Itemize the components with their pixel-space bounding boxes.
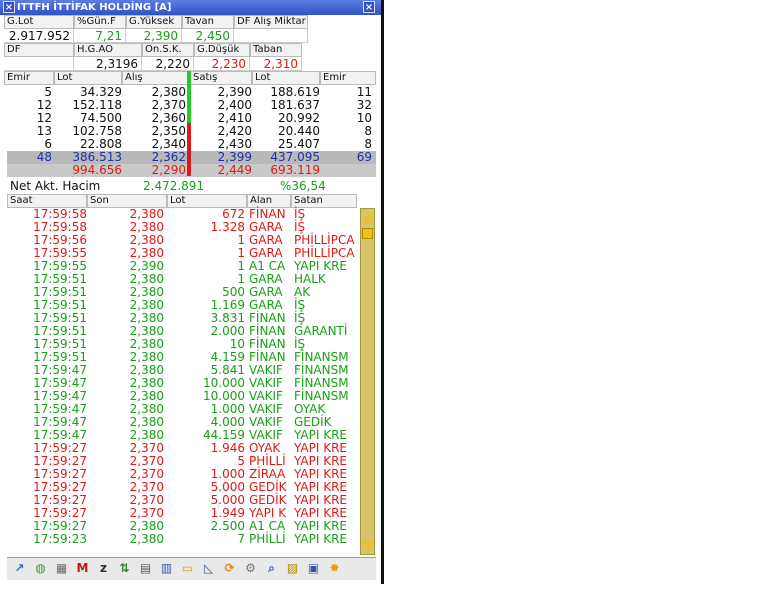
linechart-icon[interactable]: ◺ (200, 560, 217, 577)
trade-lot: 1 (237, 259, 245, 273)
doc-icon[interactable]: ▥ (158, 560, 175, 577)
value-df-alis (234, 29, 308, 43)
header-tavan: Tavan (182, 15, 234, 29)
depth-total2-cell: 994.656 (72, 163, 122, 177)
search-icon[interactable]: ⌕ (263, 560, 280, 577)
bid-ask-bar-green (187, 71, 191, 123)
bid-ask-bar-red (187, 123, 191, 176)
print-icon[interactable]: ▣ (305, 560, 322, 577)
depth-header-lot-bid: Lot (54, 71, 122, 85)
updown-icon[interactable]: ⇅ (116, 560, 133, 577)
trade-lot: 1.946 (210, 441, 245, 455)
bars-icon[interactable]: ▨ (284, 560, 301, 577)
scroll-up-icon[interactable] (362, 212, 374, 222)
value-glot: 2.917.952 (4, 29, 74, 43)
globe-icon[interactable]: ◍ (32, 560, 49, 577)
trade-price: 2,380 (129, 532, 164, 546)
header-df: DF (4, 43, 74, 57)
title-bar[interactable]: × ITTFH İTTİFAK HOLDİNG [A] × (0, 0, 381, 15)
menu-icon[interactable]: × (3, 1, 15, 13)
header-gdusuk: G.Düşük (194, 43, 250, 57)
value-taban: 2,310 (250, 57, 302, 71)
trade-row[interactable]: 17:59:23 2,380 7 PHİLLİ YAPI KRE (7, 533, 357, 546)
depth-total2-cell: 2,290 (151, 163, 186, 177)
trades-header-saat: Saat (7, 194, 87, 208)
close-icon[interactable]: × (363, 1, 375, 13)
net-value: 2.472.891 (143, 179, 205, 193)
basket-icon[interactable]: ▦ (53, 560, 70, 577)
bottom-toolbar: ↗ ◍ ▦ Mz ⇅ ▤ ▥ ▭ ◺ ⟳ ⚙ ⌕ ▨ ▣ ✸ (7, 557, 376, 580)
trade-lot: 2.500 (210, 519, 245, 533)
trade-seller: YAPI KRE (294, 532, 347, 546)
refresh-icon[interactable]: ⟳ (221, 560, 238, 577)
depth-header-alis: Alış (122, 71, 188, 85)
value-gunf: 7,21 (74, 29, 126, 43)
value-gyuksek: 2,390 (126, 29, 182, 43)
window-title: ITTFH İTTİFAK HOLDİNG [A] (17, 2, 172, 13)
trade-lot: 1 (237, 233, 245, 247)
depth-total2-cell: 2,449 (217, 163, 252, 177)
value-df (4, 57, 74, 71)
depth-header-emir-ask: Emir (320, 71, 376, 85)
header-onsk: On.S.K. (142, 43, 194, 57)
header-glot: G.Lot (4, 15, 74, 29)
table-icon[interactable]: ▤ (137, 560, 154, 577)
header-df-alis: DF Alış Miktar (234, 15, 308, 29)
trades-header-satan: Satan (291, 194, 357, 208)
value-tavan: 2,450 (182, 29, 234, 43)
value-hgao: 2,3196 (74, 57, 142, 71)
ittifak-window: × ITTFH İTTİFAK HOLDİNG [A] × G.Lot %Gün… (0, 0, 384, 584)
scroll-thumb[interactable] (362, 228, 373, 239)
header-taban: Taban (250, 43, 302, 57)
depth-header-emir-bid: Emir (4, 71, 54, 85)
net-label: Net Akt. Hacim (10, 179, 101, 193)
m-icon[interactable]: M (74, 560, 91, 577)
depth-header-lot-ask: Lot (252, 71, 320, 85)
header-gunf: %Gün.F (74, 15, 126, 29)
header-gyuksek: G.Yüksek (126, 15, 182, 29)
depth-total-cell: 48 (36, 150, 52, 164)
trades-header-lot: Lot (167, 194, 247, 208)
trade-buyer: PHİLLİ (249, 532, 286, 546)
value-onsk: 2,220 (142, 57, 194, 71)
zoom-icon[interactable]: z (95, 560, 112, 577)
chart-icon[interactable]: ↗ (11, 560, 28, 577)
net-percent: %36,54 (280, 179, 326, 193)
trades-header-alan: Alan (247, 194, 291, 208)
trade-lot: 1.328 (210, 220, 245, 234)
trade-time: 17:59:23 (33, 532, 87, 546)
depth-total2-cell (0, 164, 52, 177)
trade-lot: 7 (237, 532, 245, 546)
star-icon[interactable]: ✸ (326, 560, 343, 577)
trades-header-son: Son (87, 194, 167, 208)
value-gdusuk: 2,230 (194, 57, 250, 71)
folder-icon[interactable]: ▭ (179, 560, 196, 577)
gear-icon[interactable]: ⚙ (242, 560, 259, 577)
trade-lot: 1 (237, 246, 245, 260)
trades-scrollbar[interactable] (360, 208, 375, 555)
scroll-down-icon[interactable] (362, 541, 374, 551)
depth-total2-cell (302, 164, 372, 177)
header-hgao: H.G.AO (74, 43, 142, 57)
depth-header-satis: Satış (190, 71, 252, 85)
